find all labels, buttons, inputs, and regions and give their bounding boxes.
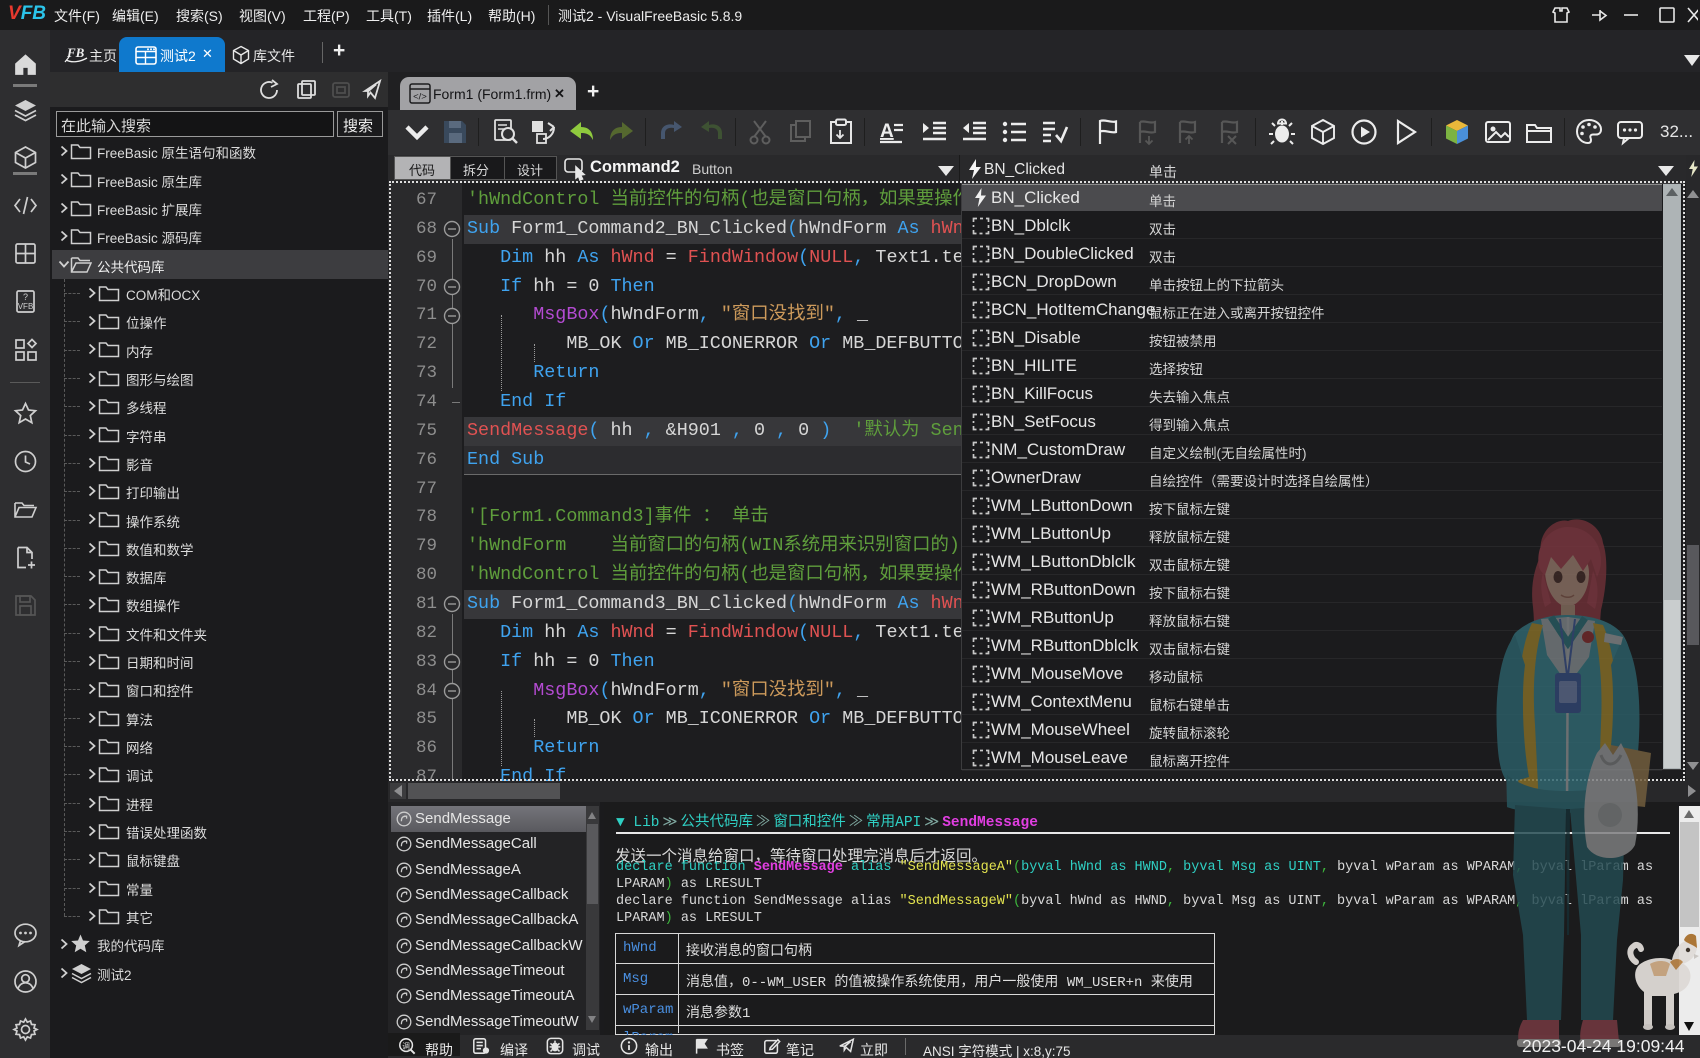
svg-text:</>: </>: [413, 92, 427, 103]
svg-text:?: ?: [23, 292, 28, 302]
svg-text:调: 调: [402, 1041, 410, 1050]
svg-text:VFB: VFB: [18, 302, 34, 311]
svg-text:A: A: [880, 121, 894, 142]
